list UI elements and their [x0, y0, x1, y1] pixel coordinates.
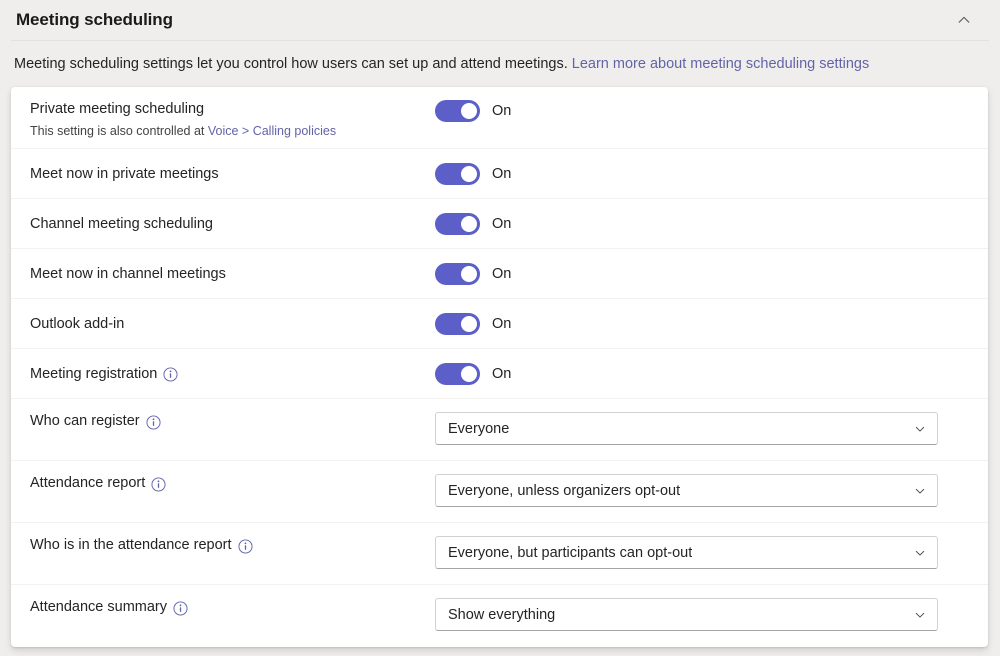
- dropdown-who-can-register[interactable]: Everyone: [435, 412, 938, 445]
- setting-label-column: Channel meeting scheduling: [30, 214, 435, 234]
- info-icon[interactable]: [151, 476, 166, 492]
- toggle-knob: [461, 365, 477, 382]
- dropdown-who-is-in-attendance-report[interactable]: Everyone, but participants can opt-out: [435, 536, 938, 569]
- toggle-wrapper: On: [435, 362, 512, 385]
- toggle-state-label: On: [492, 103, 512, 119]
- setting-label: Who is in the attendance report: [30, 537, 232, 553]
- setting-label-column: Who can register: [30, 411, 435, 431]
- dropdown-value: Everyone, but participants can opt-out: [448, 544, 693, 561]
- learn-more-link[interactable]: Learn more about meeting scheduling sett…: [572, 56, 869, 72]
- chevron-down-icon: [915, 550, 925, 556]
- setting-row: Meet now in channel meetings On: [11, 249, 988, 299]
- setting-control-column: On: [435, 212, 988, 235]
- toggle-knob: [461, 315, 477, 332]
- toggle-wrapper: On: [435, 212, 512, 235]
- setting-label: Outlook add-in: [30, 315, 125, 332]
- toggle-state-label: On: [492, 215, 512, 232]
- dropdown-value: Everyone: [448, 420, 510, 437]
- info-icon[interactable]: [146, 414, 161, 430]
- settings-card: Private meeting scheduling This setting …: [11, 87, 988, 647]
- meeting-scheduling-page: Meeting scheduling Meeting scheduling se…: [0, 0, 1000, 656]
- setting-control-column: Show everything: [435, 598, 988, 631]
- setting-control-column: Everyone, but participants can opt-out: [435, 536, 988, 569]
- info-icon[interactable]: [173, 600, 188, 616]
- setting-label-column: Private meeting scheduling This setting …: [30, 99, 435, 140]
- setting-row: Attendance summary Show everything: [11, 585, 988, 647]
- toggle-meeting-registration[interactable]: [435, 362, 480, 385]
- section-description: Meeting scheduling settings let you cont…: [0, 41, 1000, 87]
- setting-control-column: On: [435, 262, 988, 285]
- page-title: Meeting scheduling: [16, 10, 173, 29]
- info-icon[interactable]: [163, 367, 178, 382]
- toggle-private-meeting-scheduling[interactable]: [435, 100, 480, 122]
- section-header: Meeting scheduling: [0, 0, 1000, 40]
- setting-label: Channel meeting scheduling: [30, 215, 213, 232]
- setting-label-column: Attendance report: [30, 473, 435, 493]
- setting-row: Meet now in private meetings On: [11, 149, 988, 199]
- setting-control-column: On: [435, 100, 988, 122]
- toggle-meet-now-private-meetings[interactable]: [435, 162, 480, 185]
- toggle-state-label: On: [492, 265, 512, 282]
- setting-row: Outlook add-in On: [11, 299, 988, 349]
- setting-label-group: Who can register: [30, 411, 425, 431]
- setting-label: Who can register: [30, 413, 140, 429]
- dropdown-attendance-summary[interactable]: Show everything: [435, 598, 938, 631]
- toggle-state-label: On: [492, 165, 512, 182]
- setting-label-column: Attendance summary: [30, 597, 435, 617]
- setting-label-column: Meeting registration: [30, 364, 435, 384]
- description-text: Meeting scheduling settings let you cont…: [14, 56, 572, 72]
- toggle-wrapper: On: [435, 312, 512, 335]
- setting-control-column: On: [435, 312, 988, 335]
- setting-row: Channel meeting scheduling On: [11, 199, 988, 249]
- setting-label: Meet now in channel meetings: [30, 265, 226, 282]
- setting-label-column: Who is in the attendance report: [30, 535, 435, 555]
- collapse-section-button[interactable]: [948, 4, 980, 36]
- dropdown-value: Everyone, unless organizers opt-out: [448, 482, 681, 499]
- chevron-down-icon: [915, 612, 925, 618]
- toggle-state-label: On: [492, 315, 512, 332]
- setting-label: Attendance summary: [30, 599, 168, 615]
- setting-label: Meet now in private meetings: [30, 165, 219, 182]
- toggle-wrapper: On: [435, 262, 512, 285]
- toggle-wrapper: On: [435, 162, 512, 185]
- chevron-up-icon: [958, 16, 970, 23]
- setting-label-group: Attendance summary: [30, 597, 425, 617]
- setting-label-column: Meet now in channel meetings: [30, 264, 435, 284]
- chevron-down-icon: [915, 426, 925, 432]
- toggle-knob: [461, 103, 477, 119]
- setting-control-column: Everyone, unless organizers opt-out: [435, 474, 988, 507]
- toggle-state-label: On: [492, 365, 512, 382]
- setting-control-column: On: [435, 162, 988, 185]
- setting-row: Who can register Everyone: [11, 399, 988, 461]
- setting-label-group: Meeting registration: [30, 364, 425, 384]
- setting-label: Meeting registration: [30, 365, 158, 382]
- setting-label-group: Who is in the attendance report: [30, 535, 425, 555]
- setting-sub-text-prefix: This setting is also controlled at: [30, 124, 208, 138]
- setting-row: Meeting registration On: [11, 349, 988, 399]
- setting-row: Who is in the attendance report Everyone…: [11, 523, 988, 585]
- setting-label-column: Meet now in private meetings: [30, 164, 435, 184]
- setting-label: Private meeting scheduling: [30, 101, 205, 117]
- toggle-knob: [461, 165, 477, 182]
- info-icon[interactable]: [237, 538, 253, 554]
- setting-sub-text: This setting is also controlled at Voice…: [30, 122, 425, 140]
- dropdown-value: Show everything: [448, 606, 556, 623]
- toggle-knob: [461, 215, 477, 232]
- toggle-knob: [461, 265, 477, 282]
- toggle-channel-meeting-scheduling[interactable]: [435, 212, 480, 235]
- setting-control-column: Everyone: [435, 412, 988, 445]
- toggle-meet-now-channel-meetings[interactable]: [435, 262, 480, 285]
- setting-control-column: On: [435, 362, 988, 385]
- toggle-outlook-add-in[interactable]: [435, 312, 480, 335]
- setting-label: Attendance report: [30, 475, 146, 491]
- setting-row: Attendance report Everyone, unless organ…: [11, 461, 988, 523]
- chevron-down-icon: [915, 488, 925, 494]
- setting-label-column: Outlook add-in: [30, 314, 435, 334]
- toggle-wrapper: On: [435, 100, 511, 122]
- calling-policies-link[interactable]: Voice > Calling policies: [208, 124, 336, 138]
- dropdown-attendance-report[interactable]: Everyone, unless organizers opt-out: [435, 474, 938, 507]
- setting-label-group: Attendance report: [30, 473, 425, 493]
- setting-row: Private meeting scheduling This setting …: [11, 87, 988, 149]
